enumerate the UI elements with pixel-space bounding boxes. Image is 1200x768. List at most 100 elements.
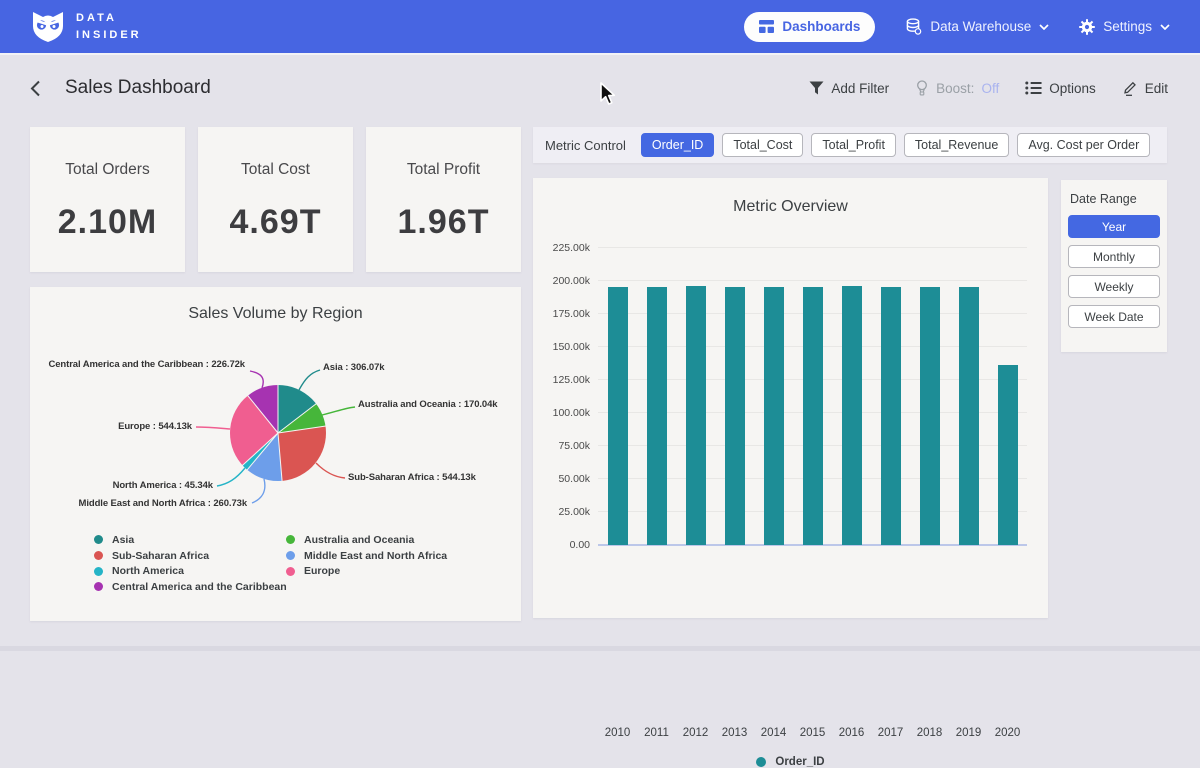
y-axis-tick: 175.00k [540,308,590,320]
x-axis-tick: 2016 [832,727,871,739]
bar [842,286,862,545]
back-chevron-icon [30,80,41,97]
settings-label: Settings [1103,19,1152,34]
legend-dot [94,551,103,560]
top-navbar: DATA INSIDER Dashboards Data Warehouse [0,0,1200,55]
chevron-down-icon [1039,24,1049,30]
options-button[interactable]: Options [1025,81,1096,96]
sales-volume-panel: Sales Volume by Region Central America a… [30,287,521,621]
metric-chip-order-id[interactable]: Order_ID [641,133,714,157]
x-axis-tick: 2020 [988,727,1027,739]
bottom-strip [0,646,1200,651]
filter-funnel-icon [809,81,824,95]
pie-callout-australia: Australia and Oceania : 170.04k [358,399,497,410]
x-axis-tick: 2014 [754,727,793,739]
settings-menu[interactable]: Settings [1079,19,1170,35]
y-axis-tick: 225.00k [540,242,590,254]
x-axis-tick: 2018 [910,727,949,739]
date-range-monthly-button[interactable]: Monthly [1068,245,1160,268]
pie-legend-col1: AsiaSub-Saharan AfricaNorth AmericaCentr… [94,532,287,595]
bars [598,248,1027,545]
bar-plot: 225.00k200.00k175.00k150.00k125.00k100.0… [598,248,1027,545]
pie-legend-item: Europe [286,563,447,579]
metric-control-label: Metric Control [545,138,626,153]
bar [881,287,901,545]
owl-logo-icon [30,10,66,44]
pie-legend-item: Australia and Oceania [286,532,447,548]
pie-legend-item: Middle East and North Africa [286,548,447,564]
metric-chip-total-profit[interactable]: Total_Profit [811,133,896,157]
dashboards-label: Dashboards [782,19,860,34]
boost-status: Off [981,81,999,96]
legend-label: Australia and Oceania [304,534,414,546]
kpi-label: Total Orders [30,161,185,179]
metric-chip-avg-cost[interactable]: Avg. Cost per Order [1017,133,1150,157]
brand-logo[interactable]: DATA INSIDER [30,10,142,44]
y-axis-tick: 100.00k [540,407,590,419]
x-axis-tick: 2019 [949,727,988,739]
add-filter-button[interactable]: Add Filter [809,81,889,96]
edit-pencil-icon [1122,80,1138,96]
x-axis-tick: 2013 [715,727,754,739]
date-range-year-button[interactable]: Year [1068,215,1160,238]
bar [608,287,628,545]
x-axis-tick: 2010 [598,727,637,739]
bar-chart-legend: Order_ID [533,756,1048,768]
pie-legend-item: North America [94,563,287,579]
metric-control-bar: Metric Control Order_ID Total_Cost Total… [533,127,1167,163]
data-warehouse-menu[interactable]: Data Warehouse [905,18,1049,35]
mouse-cursor [598,82,618,106]
options-list-icon [1025,81,1042,95]
kpi-value: 1.96T [366,203,521,242]
bar [647,287,667,545]
pie-legend-item: Central America and the Caribbean [94,579,287,595]
database-icon [905,18,922,35]
legend-dot [94,535,103,544]
metric-chip-total-revenue[interactable]: Total_Revenue [904,133,1009,157]
y-axis-tick: 0.00 [540,539,590,551]
page-title: Sales Dashboard [65,77,211,99]
edit-button[interactable]: Edit [1122,80,1168,96]
legend-label: Europe [304,565,340,577]
date-range-panel: Date Range Year Monthly Weekly Week Date [1061,180,1167,352]
date-range-weekly-button[interactable]: Weekly [1068,275,1160,298]
x-labels: 2010201120122013201420152016201720182019… [598,727,1027,739]
dashboards-button[interactable]: Dashboards [744,12,875,42]
legend-dot [286,551,295,560]
pie-callout-asia: Asia : 306.07k [323,362,384,373]
bar [725,287,745,545]
pie-legend-col2: Australia and Oceania Middle East and Nor… [286,532,447,579]
legend-series-name: Order_ID [775,756,824,768]
x-axis-tick: 2017 [871,727,910,739]
bar [920,287,940,545]
bar-chart-title: Metric Overview [533,198,1048,216]
y-axis-tick: 75.00k [540,440,590,452]
pie-legend-item: Sub-Saharan Africa [94,548,287,564]
pie-callout-sub-saharan: Sub-Saharan Africa : 544.13k [348,472,476,483]
pie-callout-middle-east: Middle East and North Africa : 260.73k [79,498,247,509]
legend-label: Middle East and North Africa [304,550,447,562]
kpi-card-total-profit: Total Profit 1.96T [366,127,521,272]
legend-dot [756,757,766,767]
legend-label: North America [112,565,184,577]
bar [803,287,823,545]
y-axis-tick: 150.00k [540,341,590,353]
legend-label: Central America and the Caribbean [112,581,287,593]
gear-icon [1079,19,1095,35]
pie-callout-europe: Europe : 544.13k [118,421,192,432]
x-axis-tick: 2012 [676,727,715,739]
data-warehouse-label: Data Warehouse [930,19,1031,34]
back-button[interactable] [30,80,41,97]
brand-text: DATA INSIDER [76,10,142,43]
bar [686,286,706,545]
legend-dot [94,582,103,591]
y-axis-tick: 200.00k [540,275,590,287]
x-axis-tick: 2015 [793,727,832,739]
y-axis-tick: 125.00k [540,374,590,386]
kpi-label: Total Profit [366,161,521,179]
metric-chip-total-cost[interactable]: Total_Cost [722,133,803,157]
boost-toggle[interactable]: Boost:Off [915,80,999,96]
legend-dot [286,567,295,576]
date-range-week-date-button[interactable]: Week Date [1068,305,1160,328]
kpi-value: 2.10M [30,203,185,242]
